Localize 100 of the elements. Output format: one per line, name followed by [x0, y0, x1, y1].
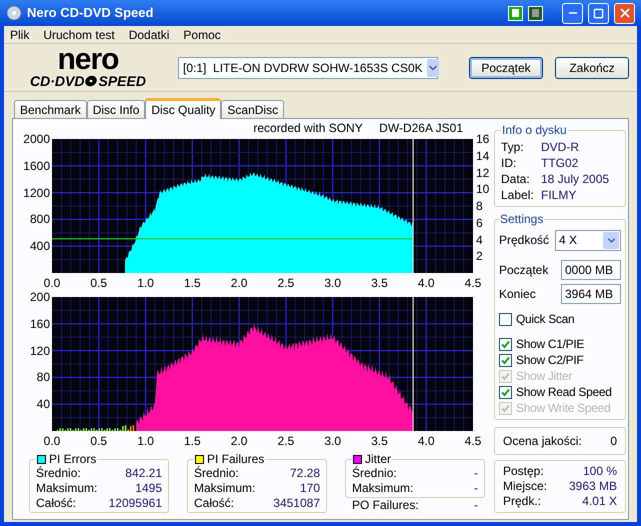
axis-tick-label: 14 — [476, 148, 490, 163]
quality-label: Ocena jakości: — [503, 433, 582, 450]
axis-tick-label: 0.5 — [90, 434, 108, 448]
toolbar-icon[interactable] — [528, 6, 543, 20]
maximize-icon — [593, 8, 604, 18]
tab[interactable]: Disc Quality — [145, 98, 222, 119]
stat-value: 842.21 — [125, 466, 162, 481]
axis-tick-label: 10 — [476, 182, 490, 196]
axis-tick-label: 1600 — [23, 158, 50, 173]
axis-tick-label: 1200 — [23, 186, 50, 200]
drive-select[interactable]: [0:1] LITE-ON DVDRW SOHW-1653S CS0K — [178, 56, 438, 78]
axis-tick-label: 4.0 — [418, 434, 435, 448]
stat-value: - — [474, 481, 478, 496]
checkbox-label: Quick Scan — [516, 311, 574, 328]
axis-tick-label: 8 — [476, 199, 483, 213]
disc-icon — [6, 5, 22, 21]
checkbox[interactable] — [499, 338, 512, 350]
info-value: FILMY — [541, 187, 576, 203]
axis-tick-label: 1.0 — [137, 276, 154, 290]
stat-value: - — [474, 466, 478, 481]
minimize-button[interactable] — [562, 2, 583, 24]
progress-value: 100 % — [582, 464, 617, 479]
stat-label: Maksimum: — [194, 481, 256, 496]
axis-tick-label: 12 — [476, 166, 490, 180]
axis-tick-label: 4 — [476, 232, 483, 246]
checkbox-label: Show C2/PIF — [516, 352, 584, 369]
stat-label: PO Failures: — [352, 498, 419, 513]
checkbox-label: Show C1/PIE — [516, 336, 584, 353]
menu-item[interactable]: Pomoc — [183, 26, 221, 44]
field-label: Prędkość — [499, 232, 550, 249]
quality-value: 0 — [610, 433, 617, 450]
stat-label: Średnio: — [194, 466, 239, 481]
axis-tick-label: 4.5 — [464, 434, 482, 448]
stat-label: Całość: — [194, 496, 234, 511]
stat-value: 72.28 — [290, 466, 320, 481]
tab[interactable]: Benchmark — [14, 100, 87, 118]
checkbox[interactable] — [499, 354, 512, 366]
info-value: TTG02 — [541, 155, 578, 171]
panel-title: PI Failures — [207, 453, 264, 466]
panel-title: Settings — [499, 211, 544, 228]
menu-item[interactable]: Uruchom test — [43, 26, 115, 44]
axis-tick-label: 400 — [30, 239, 50, 254]
action-button[interactable]: Zakończ — [555, 56, 629, 78]
axis-tick-label: 80 — [36, 370, 50, 384]
axis-tick-label: 40 — [36, 397, 50, 412]
logo-text: SPEED — [98, 72, 146, 88]
axis-tick-label: 120 — [30, 344, 50, 358]
info-label: Label: — [501, 187, 535, 203]
stat-value: - — [474, 498, 478, 513]
axis-tick-label: 3.0 — [324, 276, 341, 290]
info-label: Typ: — [501, 139, 525, 155]
maximize-button[interactable] — [588, 2, 609, 24]
speed-select[interactable]: 4 X — [555, 230, 621, 250]
checkbox[interactable] — [499, 312, 512, 326]
logo-text: nero — [57, 46, 118, 72]
axis-tick-label: 1.0 — [137, 434, 154, 448]
field-label: Koniec — [499, 286, 536, 303]
axis-tick-label: 0.0 — [44, 276, 60, 290]
stat-value: 12095961 — [108, 496, 162, 511]
axis-tick-label: 2 — [476, 249, 483, 264]
close-button[interactable] — [614, 2, 635, 24]
progress-value: 3963 MB — [568, 479, 617, 494]
axis-tick-label: 6 — [476, 216, 483, 230]
axis-tick-label: 2000 — [23, 132, 50, 146]
panel-title: Jitter — [365, 453, 392, 466]
toolbar-icon[interactable] — [508, 6, 523, 20]
tab[interactable]: ScanDisc — [221, 100, 284, 118]
axis-tick-label: 2.5 — [278, 276, 294, 290]
checkbox[interactable] — [499, 386, 512, 398]
axis-tick-label: 3.0 — [324, 434, 341, 448]
axis-tick-label: 800 — [30, 212, 50, 226]
axis-tick-label: 1.5 — [184, 434, 201, 448]
axis-tick-label: 1.5 — [184, 276, 201, 290]
end-field[interactable]: 3964 MB — [561, 284, 621, 304]
checkbox-label: Show Write Speed — [516, 400, 610, 417]
menu-item[interactable]: Plik — [10, 26, 30, 44]
stat-value: 1495 — [135, 481, 162, 496]
progress-label: Miejsce: — [503, 479, 548, 494]
stat-label: Maksimum: — [352, 481, 414, 496]
axis-tick-label: 2.0 — [230, 276, 248, 290]
menu-item[interactable]: Dodatki — [128, 26, 170, 44]
progress-value: 4.01 X — [582, 494, 617, 509]
action-button[interactable]: Początek — [469, 56, 543, 78]
axis-tick-label: 3.5 — [371, 276, 388, 290]
tab[interactable]: Disc Info — [86, 100, 146, 118]
axis-tick-label: 4.5 — [464, 276, 482, 290]
axis-tick-label: 4.0 — [418, 276, 435, 290]
info-value: 18 July 2005 — [541, 171, 610, 187]
axis-tick-label: 160 — [30, 316, 50, 331]
info-label: ID: — [501, 155, 518, 171]
axis-tick-label: 0.0 — [44, 434, 60, 448]
axis-tick-label: 2.5 — [278, 434, 294, 448]
axis-tick-label: 0.5 — [90, 276, 108, 290]
panel-title: PI Errors — [49, 453, 96, 466]
stat-label: Całość: — [36, 496, 76, 511]
start-field[interactable]: 0000 MB — [561, 260, 621, 280]
chart-caption: recorded with SONY DW-D26A JS01 — [253, 121, 463, 135]
logo-text: CD·DVD — [30, 72, 84, 88]
stat-value: 3451087 — [273, 496, 320, 511]
checkbox-label: Show Jitter — [516, 368, 572, 385]
